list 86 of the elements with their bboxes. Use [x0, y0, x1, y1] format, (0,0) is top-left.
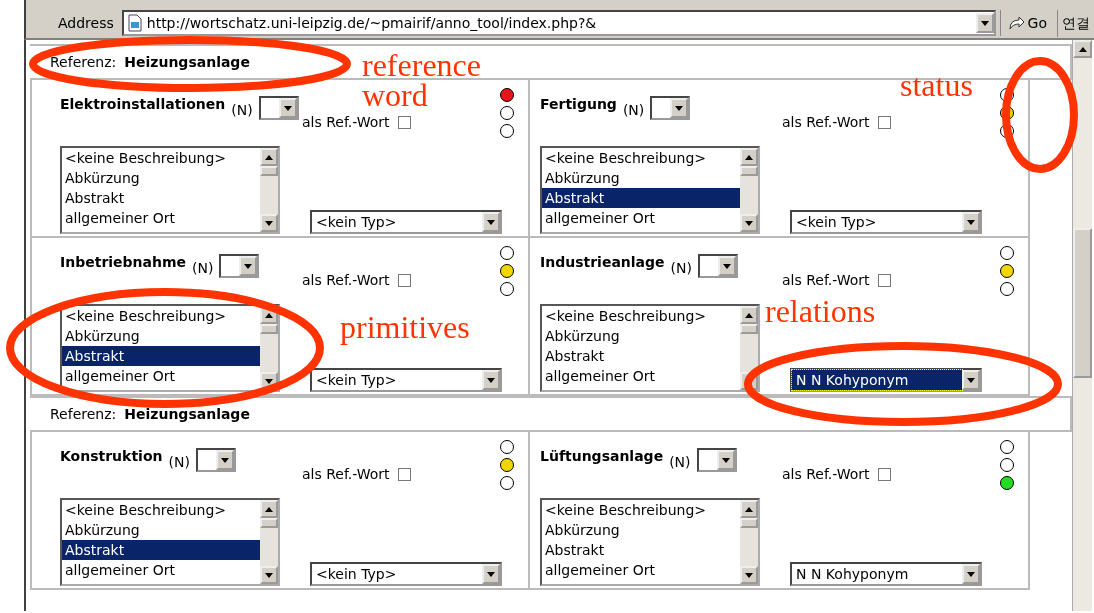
number-select[interactable]	[698, 254, 738, 278]
description-listbox[interactable]: <keine Beschreibung> Abkürzung Abstrakt allgemeiner Ort	[540, 498, 760, 586]
address-label: Address	[57, 14, 115, 33]
list-option[interactable]: Abkürzung	[542, 168, 740, 188]
url-text: http://wortschatz.uni-leipzig.de/~pmairif/anno_tool/index.php?&	[146, 13, 597, 33]
word-title: Inbetriebnahme	[60, 253, 187, 272]
annotation-text: status	[900, 70, 973, 100]
list-option[interactable]: Abkürzung	[62, 326, 260, 346]
list-option[interactable]: Abstrakt	[62, 188, 260, 208]
list-option[interactable]: allgemeiner Ort	[542, 366, 740, 386]
annotation-text: reference word	[362, 50, 482, 110]
number-select[interactable]	[696, 448, 737, 472]
type-select[interactable]: <kein Typ>	[310, 562, 502, 586]
list-option[interactable]: allgemeiner Ort	[542, 208, 740, 228]
description-listbox[interactable]: <keine Beschreibung> Abkürzung Abstrakt allgemeiner Ort	[60, 146, 280, 234]
pos-label: (N)	[231, 101, 253, 120]
list-option[interactable]: Abkürzung	[62, 520, 260, 540]
list-option[interactable]: Abstrakt	[542, 188, 740, 208]
annotation-text: relations	[765, 296, 876, 326]
type-select[interactable]: N N Kohyponym	[790, 562, 982, 586]
scrollbar[interactable]	[740, 148, 758, 232]
word-title: Fertigung	[540, 95, 617, 114]
page-icon	[126, 14, 143, 32]
type-select[interactable]: <kein Typ>	[310, 368, 502, 392]
type-select[interactable]: N N Kohyponym	[790, 368, 982, 392]
type-select[interactable]: <kein Typ>	[310, 210, 502, 234]
pos-label: (N)	[670, 259, 692, 278]
description-listbox[interactable]: <keine Beschreibung> Abkürzung Abstrakt allgemeiner Ort	[540, 304, 760, 392]
scrollbar[interactable]	[260, 500, 278, 584]
list-option[interactable]: Abstrakt	[62, 346, 260, 366]
list-option[interactable]: Abkürzung	[542, 520, 740, 540]
number-select[interactable]	[650, 96, 691, 120]
word-title: Konstruktion	[60, 447, 163, 466]
checkbox[interactable]	[877, 468, 891, 481]
reference-word: Heizungsanlage	[124, 52, 250, 72]
scrollbar[interactable]	[260, 148, 278, 232]
reference-label: Referenz:	[50, 404, 117, 424]
checkbox-label: als Ref.-Wort	[302, 113, 390, 132]
description-listbox[interactable]: <keine Beschreibung> Abkürzung Abstrakt allgemeiner Ort	[60, 304, 280, 392]
list-option[interactable]: allgemeiner Ort	[62, 208, 260, 228]
number-select[interactable]	[258, 96, 299, 120]
number-select[interactable]	[195, 448, 236, 472]
scrollbar[interactable]	[740, 500, 758, 584]
checkbox-label: als Ref.-Wort	[302, 465, 390, 484]
pos-label: (N)	[669, 453, 691, 472]
checkbox-label: als Ref.-Wort	[302, 271, 390, 290]
description-listbox[interactable]: <keine Beschreibung> Abkürzung Abstrakt allgemeiner Ort	[60, 498, 280, 586]
number-select[interactable]	[219, 254, 260, 278]
list-option[interactable]: <keine Beschreibung>	[62, 500, 260, 520]
arrow-icon	[1006, 15, 1025, 31]
list-option[interactable]: <keine Beschreibung>	[542, 500, 740, 520]
word-title: Elektroinstallationen	[60, 95, 226, 114]
description-listbox[interactable]: <keine Beschreibung> Abkürzung Abstrakt allgemeiner Ort	[540, 146, 760, 234]
list-option[interactable]: <keine Beschreibung>	[542, 148, 740, 168]
checkbox-label: als Ref.-Wort	[782, 113, 870, 132]
links-label[interactable]: 연결	[1057, 10, 1094, 37]
list-option[interactable]: allgemeiner Ort	[542, 560, 740, 580]
list-option[interactable]: allgemeiner Ort	[62, 560, 260, 580]
reference-label: Referenz:	[50, 52, 117, 72]
checkbox[interactable]	[877, 274, 891, 287]
reference-word: Heizungsanlage	[124, 404, 250, 424]
list-option[interactable]: <keine Beschreibung>	[62, 306, 260, 326]
list-option[interactable]: Abstrakt	[62, 540, 260, 560]
list-option[interactable]: Abkürzung	[542, 326, 740, 346]
list-option[interactable]: Abstrakt	[542, 346, 740, 366]
list-option[interactable]: Abkürzung	[62, 168, 260, 188]
checkbox[interactable]	[877, 116, 891, 129]
list-option[interactable]: <keine Beschreibung>	[542, 306, 740, 326]
list-option[interactable]: allgemeiner Ort	[62, 366, 260, 386]
list-option[interactable]: <keine Beschreibung>	[62, 148, 260, 168]
checkbox[interactable]	[397, 468, 411, 481]
word-title: Industrieanlage	[540, 253, 665, 272]
checkbox[interactable]	[397, 274, 411, 287]
address-field[interactable]: http://wortschatz.uni-leipzig.de/~pmairif/anno_tool/index.php?&	[121, 10, 996, 36]
go-button[interactable]: Go	[999, 10, 1053, 36]
dropdown-button[interactable]	[975, 13, 994, 33]
checkbox-label: als Ref.-Wort	[782, 271, 870, 290]
type-select[interactable]: <kein Typ>	[790, 210, 982, 234]
pos-label: (N)	[192, 259, 214, 278]
page-scrollbar[interactable]	[1072, 40, 1092, 611]
checkbox-label: als Ref.-Wort	[782, 465, 870, 484]
pos-label: (N)	[168, 453, 190, 472]
list-option[interactable]: Abstrakt	[542, 540, 740, 560]
pos-label: (N)	[622, 101, 645, 120]
checkbox[interactable]	[397, 116, 411, 129]
word-title: Lüftungsanlage	[540, 447, 664, 466]
